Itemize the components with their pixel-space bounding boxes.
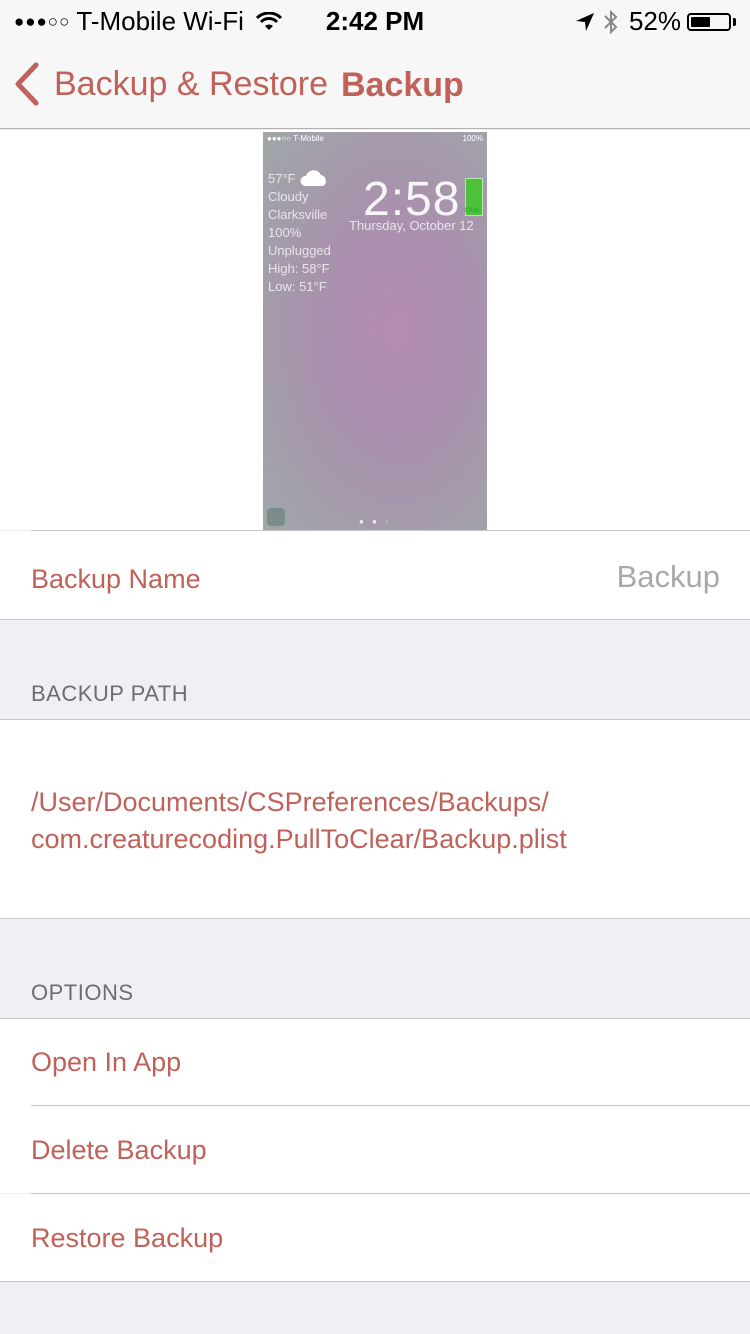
preview-low: Low: 51°F <box>268 279 327 294</box>
back-label: Backup & Restore <box>54 64 329 103</box>
backup-path-header: BACKUP PATH <box>31 681 189 706</box>
navigation-bar: Backup & Restore Backup <box>0 40 750 129</box>
backup-name-label: Backup Name <box>31 564 201 594</box>
preview-weather-widget: 57°F Cloudy Clarksville 100% Unplugged H… <box>268 170 331 296</box>
open-in-app-row[interactable]: Open In App <box>0 1019 750 1106</box>
backup-preview-image: ●●●○○ T-Mobile 100% 57°F Cloudy Clarksvi… <box>263 132 487 530</box>
divider <box>0 1281 750 1282</box>
bluetooth-icon <box>604 9 618 34</box>
backup-name-value[interactable]: Backup <box>617 559 720 595</box>
preview-city: Clarksville <box>268 207 328 222</box>
restore-backup-row[interactable]: Restore Backup <box>0 1194 750 1281</box>
restore-backup-label: Restore Backup <box>31 1223 224 1253</box>
backup-path-cell: /User/Documents/CSPreferences/Backups/ c… <box>0 720 750 918</box>
preview-status-left: ●●●○○ T-Mobile <box>267 134 324 143</box>
back-button[interactable]: Backup & Restore <box>14 62 328 106</box>
divider <box>0 918 750 919</box>
backup-path-line-2: com.creaturecoding.PullToClear/Backup.pl… <box>31 824 567 854</box>
battery-percent: 52% <box>628 6 681 36</box>
preview-condition: Cloudy <box>268 189 309 204</box>
preview-date: Thursday, October 12 <box>349 218 474 233</box>
battery-tip <box>733 17 736 26</box>
preview-power: Unplugged <box>268 243 331 258</box>
backup-path-line-1: /User/Documents/CSPreferences/Backups/ <box>31 787 549 817</box>
preview-status-right: 100% <box>462 134 483 143</box>
battery-icon <box>687 12 731 31</box>
backup-name-row[interactable]: Backup Name Backup <box>0 531 750 619</box>
chevron-left-icon <box>15 62 39 106</box>
cloud-icon <box>300 170 326 186</box>
open-in-app-label: Open In App <box>31 1047 182 1077</box>
status-right: 52% <box>575 6 736 37</box>
options-header: OPTIONS <box>31 980 134 1005</box>
delete-backup-row[interactable]: Delete Backup <box>0 1106 750 1193</box>
preview-page-dots: ● ● ◦ <box>359 517 391 526</box>
preview-high: High: 58°F <box>268 261 330 276</box>
backup-preview-area: ●●●○○ T-Mobile 100% 57°F Cloudy Clarksvi… <box>0 130 750 530</box>
divider <box>0 619 750 620</box>
page-title: Backup <box>341 66 464 104</box>
preview-battery-widget-label: 100% <box>464 208 480 214</box>
location-arrow-icon <box>575 12 594 31</box>
status-bar: ●●●○○ T-Mobile Wi-Fi 2:42 PM 52% <box>0 0 750 40</box>
preview-status-bar: ●●●○○ T-Mobile 100% <box>263 132 487 146</box>
backup-path-text: /User/Documents/CSPreferences/Backups/ c… <box>31 784 567 858</box>
preview-battery-text: 100% <box>268 225 302 240</box>
delete-backup-label: Delete Backup <box>31 1135 207 1165</box>
